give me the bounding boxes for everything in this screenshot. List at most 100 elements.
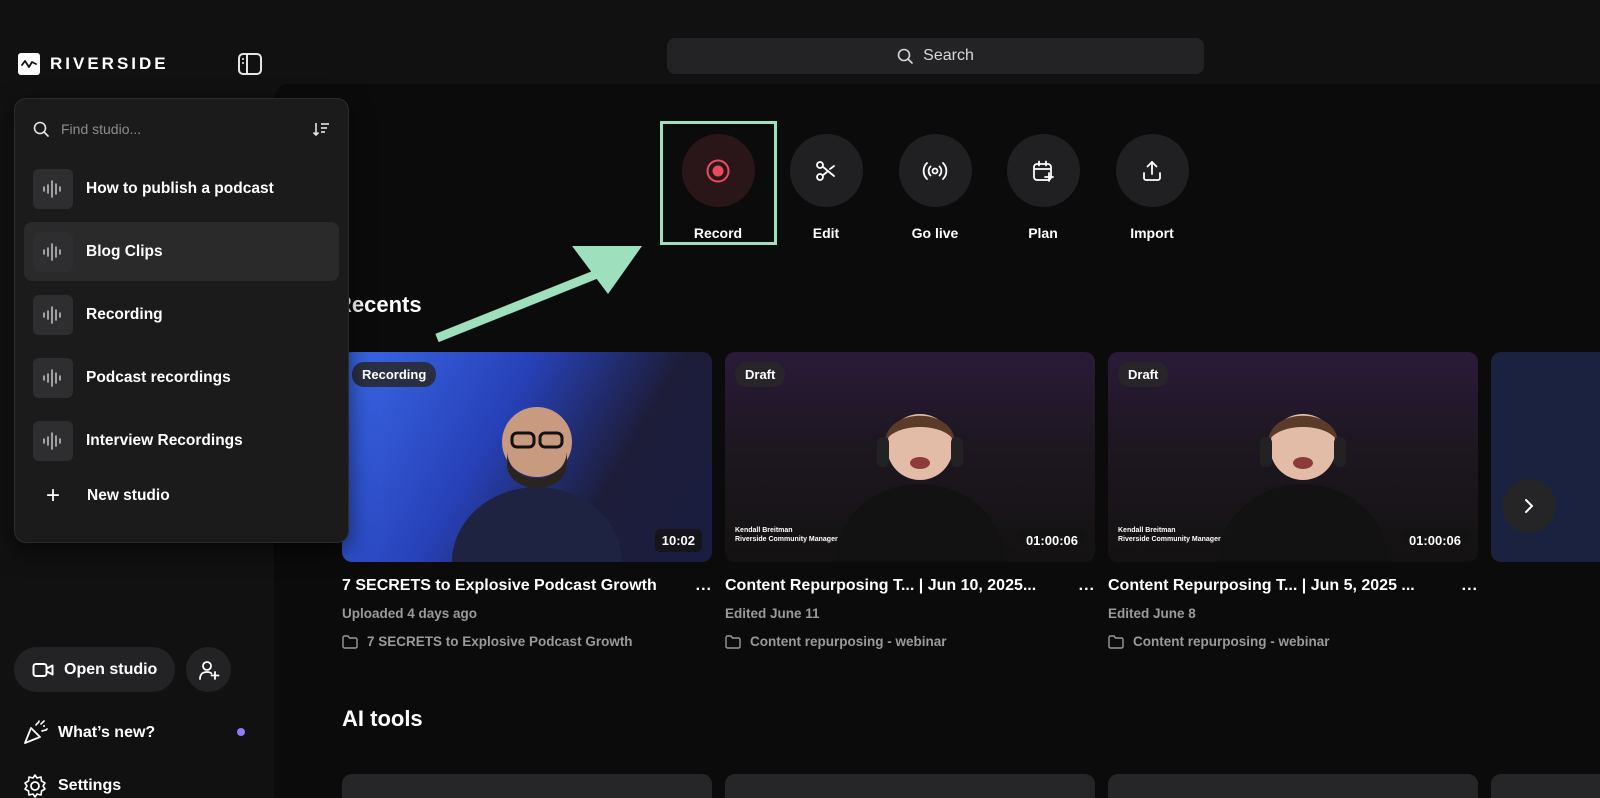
- gear-icon: [24, 774, 46, 798]
- ai-tool-card[interactable]: [1491, 774, 1600, 798]
- folder-label: Content repurposing - webinar: [750, 634, 947, 649]
- whats-new-link[interactable]: What’s new?: [22, 720, 155, 746]
- ai-tool-card[interactable]: [725, 774, 1095, 798]
- record-highlight-box: [660, 121, 777, 245]
- sort-icon[interactable]: [312, 121, 330, 137]
- ai-tool-card[interactable]: [1108, 774, 1478, 798]
- party-popper-icon: [24, 720, 48, 744]
- broadcast-icon: [898, 134, 972, 207]
- ai-tools-title: AI tools: [342, 706, 423, 731]
- more-options-icon[interactable]: ...: [1462, 577, 1478, 595]
- card-folder[interactable]: 7 SECRETS to Explosive Podcast Growth: [342, 634, 712, 649]
- invite-user-button[interactable]: [186, 647, 231, 692]
- calendar-plus-icon: [1006, 134, 1080, 207]
- duration-badge: 10:02: [654, 529, 702, 552]
- upload-icon: [1115, 134, 1189, 207]
- waveform-icon: [33, 420, 73, 461]
- studio-list: How to publish a podcast Blog Clips Reco…: [24, 159, 339, 474]
- video-thumbnail[interactable]: Recording 10:02: [342, 352, 712, 562]
- status-badge: Draft: [1118, 362, 1169, 387]
- search-label: Search: [923, 47, 974, 64]
- studio-item[interactable]: Podcast recordings: [24, 348, 339, 407]
- card-title[interactable]: Content Repurposing T... | Jun 10, 2025.…: [725, 577, 1036, 595]
- settings-link[interactable]: Settings: [22, 773, 121, 798]
- person-image: [452, 407, 622, 562]
- settings-label: Settings: [58, 777, 122, 794]
- folder-icon: [1108, 634, 1124, 649]
- studio-item[interactable]: How to publish a podcast: [24, 159, 339, 218]
- caption-role: Riverside Community Manager: [735, 536, 838, 543]
- card-title-row: 7 SECRETS to Explosive Podcast Growth ..…: [342, 577, 712, 595]
- recent-card[interactable]: Draft Kendall Breitman Riverside Communi…: [1108, 352, 1478, 649]
- studio-item-label: How to publish a podcast: [86, 179, 274, 197]
- studio-item-label: Interview Recordings: [86, 431, 243, 449]
- search-icon: [897, 48, 913, 64]
- card-title[interactable]: 7 SECRETS to Explosive Podcast Growth: [342, 577, 657, 595]
- video-thumbnail[interactable]: Draft Kendall Breitman Riverside Communi…: [725, 352, 1095, 562]
- brand-name: RIVERSIDE: [50, 54, 169, 73]
- whats-new-label: What’s new?: [58, 724, 156, 741]
- studio-item[interactable]: Blog Clips: [24, 222, 339, 281]
- recent-card[interactable]: Draft Kendall Breitman Riverside Communi…: [725, 352, 1095, 649]
- video-camera-icon: [32, 662, 54, 677]
- riverside-logo-icon: [18, 53, 40, 75]
- folder-icon: [342, 634, 358, 649]
- status-badge: Recording: [352, 362, 437, 387]
- card-title[interactable]: Content Repurposing T... | Jun 5, 2025 .…: [1108, 577, 1415, 595]
- studio-item-label: Recording: [86, 305, 163, 323]
- go-live-action-button[interactable]: Go live: [880, 134, 990, 241]
- card-meta: Edited June 11: [725, 606, 820, 621]
- card-folder[interactable]: Content repurposing - webinar: [725, 634, 1095, 649]
- brand-logo[interactable]: RIVERSIDE: [18, 53, 169, 75]
- open-studio-button[interactable]: Open studio: [14, 647, 176, 692]
- main-panel: Record Edit Go live Plan Import Recents …: [274, 84, 1600, 798]
- quick-actions: Record Edit Go live Plan Import: [274, 84, 1600, 284]
- recent-card-partial[interactable]: [1491, 352, 1600, 562]
- caption-name: Kendall Breitman: [735, 527, 793, 534]
- scissors-icon: [789, 134, 863, 207]
- studio-item-label: Podcast recordings: [86, 368, 231, 386]
- sidebar-toggle-icon[interactable]: [237, 52, 263, 76]
- video-caption: Kendall Breitman Riverside Community Man…: [1118, 526, 1221, 544]
- plan-label: Plan: [1028, 225, 1058, 241]
- find-studio-input[interactable]: [61, 121, 312, 137]
- duration-badge: 01:00:06: [1401, 529, 1468, 552]
- notification-dot: [237, 728, 245, 736]
- waveform-icon: [33, 168, 73, 209]
- import-action-button[interactable]: Import: [1097, 134, 1207, 241]
- card-meta: Edited June 8: [1108, 606, 1196, 621]
- video-thumbnail[interactable]: [1491, 352, 1600, 562]
- chevron-right-icon: [1525, 499, 1533, 513]
- carousel-next-button[interactable]: [1502, 479, 1556, 533]
- global-search-bar[interactable]: Search: [667, 38, 1204, 74]
- new-studio-label: New studio: [87, 487, 170, 504]
- more-options-icon[interactable]: ...: [696, 577, 712, 595]
- search-icon: [33, 121, 49, 137]
- caption-role: Riverside Community Manager: [1118, 536, 1221, 543]
- card-folder[interactable]: Content repurposing - webinar: [1108, 634, 1478, 649]
- edit-label: Edit: [812, 225, 840, 241]
- card-title-row: Content Repurposing T... | Jun 10, 2025.…: [725, 577, 1095, 595]
- studio-picker-popover: How to publish a podcast Blog Clips Reco…: [14, 98, 349, 543]
- go-live-label: Go live: [911, 225, 959, 241]
- edit-action-button[interactable]: Edit: [771, 134, 881, 241]
- new-studio-button[interactable]: + New studio: [41, 481, 170, 511]
- studio-item-label: Blog Clips: [86, 242, 163, 260]
- user-plus-icon: [198, 660, 219, 680]
- video-thumbnail[interactable]: Draft Kendall Breitman Riverside Communi…: [1108, 352, 1478, 562]
- duration-badge: 01:00:06: [1018, 529, 1085, 552]
- studio-item[interactable]: Interview Recordings: [24, 411, 339, 470]
- plan-action-button[interactable]: Plan: [988, 134, 1098, 241]
- video-caption: Kendall Breitman Riverside Community Man…: [735, 526, 838, 544]
- studio-item[interactable]: Recording: [24, 285, 339, 344]
- person-image: [835, 414, 1005, 562]
- waveform-icon: [33, 294, 73, 335]
- import-label: Import: [1130, 225, 1174, 241]
- recent-card[interactable]: Recording 10:02 7 SECRETS to Explosive P…: [342, 352, 712, 649]
- folder-label: 7 SECRETS to Explosive Podcast Growth: [367, 634, 633, 649]
- ai-tool-card[interactable]: [342, 774, 712, 798]
- more-options-icon[interactable]: ...: [1079, 577, 1095, 595]
- find-studio-row: [33, 117, 330, 141]
- plus-icon: +: [45, 482, 60, 509]
- open-studio-label: Open studio: [64, 660, 158, 678]
